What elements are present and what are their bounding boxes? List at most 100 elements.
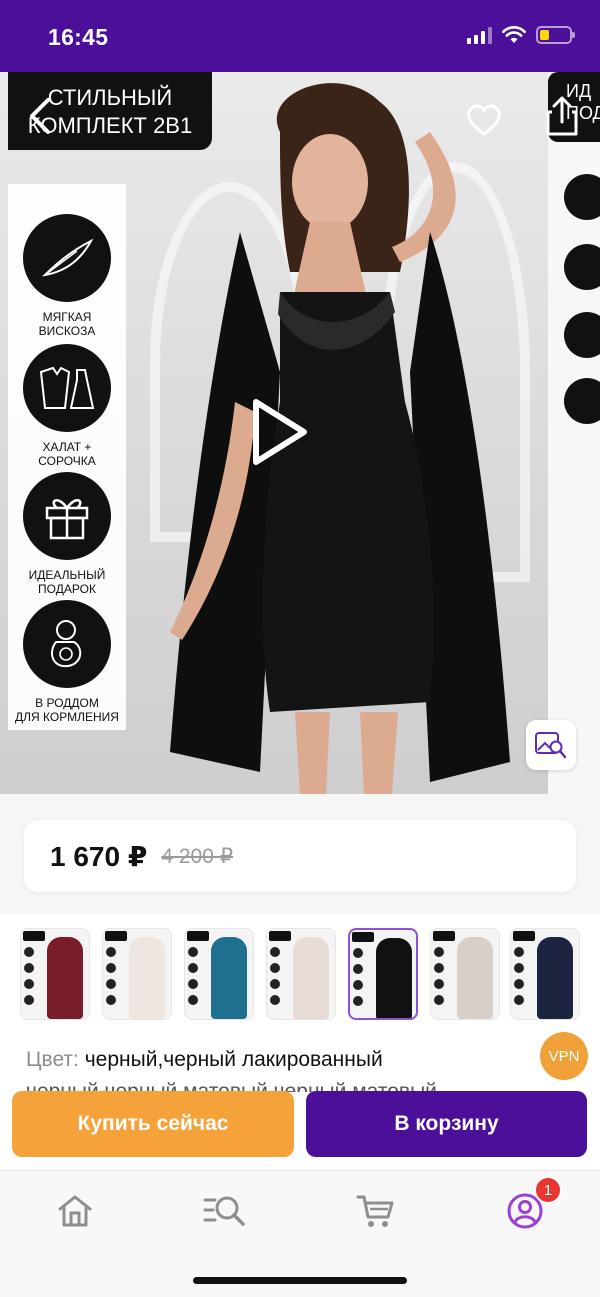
variant-garment (537, 937, 573, 1019)
variant-badge-dot (106, 947, 116, 957)
feature-badge-viscose: МЯГКАЯ ВИСКОЗА (8, 214, 126, 338)
status-time: 16:45 (48, 24, 109, 50)
variant-badge-dot (188, 979, 198, 989)
buy-now-button[interactable]: Купить сейчас (12, 1091, 294, 1157)
feature-label: ХАЛАТ + СОРОЧКА (38, 440, 96, 468)
color-variant-thumbnail[interactable] (20, 928, 90, 1020)
image-search-icon (535, 732, 567, 759)
price-old: 4 200 ₽ (161, 844, 234, 868)
share-icon[interactable] (542, 94, 582, 138)
variant-badge-dot (514, 979, 524, 989)
variant-badge-dot (514, 995, 524, 1005)
feature-label: В РОДДОМ ДЛЯ КОРМЛЕНИЯ (15, 696, 119, 724)
product-image-carousel[interactable]: МЯГКАЯ ВИСКОЗА ХАЛАТ + СОРОЧКА ИДЕАЛЬНЫЙ… (0, 72, 600, 794)
play-icon[interactable] (246, 396, 310, 468)
variant-title-strip (269, 931, 291, 941)
next-image-peek[interactable]: ИД ПОД (548, 72, 600, 794)
mini-badge-icon (564, 378, 600, 424)
color-info-overflow: черный,черный матовый,черный матовый (26, 1080, 437, 1092)
robe-icon (23, 344, 111, 432)
feature-badge-maternity: В РОДДОМ ДЛЯ КОРМЛЕНИЯ (8, 600, 126, 724)
color-variant-thumbnail[interactable] (430, 928, 500, 1020)
mini-badge-icon (564, 312, 600, 358)
color-variants (0, 914, 600, 1034)
variant-badge-dot (514, 963, 524, 973)
color-variant-thumbnail[interactable] (266, 928, 336, 1020)
color-variant-thumbnail[interactable] (102, 928, 172, 1020)
color-variant-thumbnail[interactable] (510, 928, 580, 1020)
variant-badge-dot (24, 947, 34, 957)
variant-title-strip (513, 931, 535, 941)
vpn-badge[interactable]: VPN (540, 1032, 588, 1080)
variant-title-strip (433, 931, 455, 941)
variant-badge-dot (188, 995, 198, 1005)
variant-badge-dot (106, 963, 116, 973)
variant-garment (129, 937, 165, 1019)
variant-badge-dot (24, 979, 34, 989)
variant-badge-dot (353, 948, 363, 958)
price-section: 1 670 ₽ 4 200 ₽ (0, 794, 600, 914)
variant-badge-dot (270, 963, 280, 973)
back-chevron-icon[interactable] (22, 94, 58, 138)
status-bar: 16:45 (0, 0, 600, 72)
variant-garment (376, 938, 412, 1018)
feather-icon (23, 214, 111, 302)
variant-badge-dot (434, 995, 444, 1005)
variant-badge-dot (353, 964, 363, 974)
feature-label: МЯГКАЯ ВИСКОЗА (38, 310, 96, 338)
heart-icon[interactable] (464, 100, 504, 140)
variant-badge-dot (188, 963, 198, 973)
mini-badge-icon (564, 244, 600, 290)
variant-badge-dot (188, 947, 198, 957)
color-variant-thumbnail[interactable] (184, 928, 254, 1020)
variant-badge-dot (434, 963, 444, 973)
color-variant-thumbnail[interactable] (348, 928, 418, 1020)
product-photo (170, 83, 510, 794)
tab-catalog[interactable] (203, 1189, 247, 1233)
variant-badge-dot (434, 947, 444, 957)
tab-cart[interactable] (354, 1189, 398, 1233)
variant-badge-dot (24, 963, 34, 973)
signal-icon (467, 26, 492, 44)
add-to-cart-button[interactable]: В корзину (306, 1091, 587, 1157)
battery-icon (536, 26, 575, 44)
variant-title-strip (187, 931, 209, 941)
home-icon (58, 1195, 92, 1227)
variant-garment (47, 937, 83, 1019)
profile-notification-badge: 1 (534, 1176, 562, 1204)
variant-badge-dot (434, 979, 444, 989)
variant-garment (211, 937, 247, 1019)
mini-badge-icon (564, 174, 600, 220)
variant-garment (457, 937, 493, 1019)
variant-badge-dot (270, 995, 280, 1005)
color-info: Цвет: черный,черный лакированный (26, 1046, 546, 1074)
cart-icon (356, 1195, 394, 1227)
color-value: черный,черный лакированный (84, 1048, 383, 1071)
feature-label: ИДЕАЛЬНЫЙ ПОДАРОК (28, 568, 106, 596)
tab-home[interactable] (53, 1189, 97, 1233)
price-card: 1 670 ₽ 4 200 ₽ (24, 820, 576, 892)
variant-badge-dot (353, 996, 363, 1006)
variant-badge-dot (24, 995, 34, 1005)
variant-badge-dot (106, 995, 116, 1005)
variant-badge-dot (514, 947, 524, 957)
home-indicator (193, 1277, 407, 1284)
variant-badge-dot (270, 947, 280, 957)
gift-icon (23, 472, 111, 560)
variant-title-strip (352, 932, 374, 942)
wifi-icon (502, 26, 526, 43)
variant-badge-dot (353, 980, 363, 990)
catalog-search-icon (203, 1196, 245, 1226)
feature-badge-set: ХАЛАТ + СОРОЧКА (8, 344, 126, 468)
variant-garment (293, 937, 329, 1019)
status-icons (467, 26, 575, 44)
feature-badge-gift: ИДЕАЛЬНЫЙ ПОДАРОК (8, 472, 126, 596)
color-label: Цвет: (26, 1048, 79, 1071)
variant-title-strip (23, 931, 45, 941)
variant-badge-dot (106, 979, 116, 989)
visual-search-button[interactable] (526, 720, 576, 770)
variant-badge-dot (270, 979, 280, 989)
variant-title-strip (105, 931, 127, 941)
price-current: 1 670 ₽ (50, 840, 148, 872)
baby-icon (23, 600, 111, 688)
